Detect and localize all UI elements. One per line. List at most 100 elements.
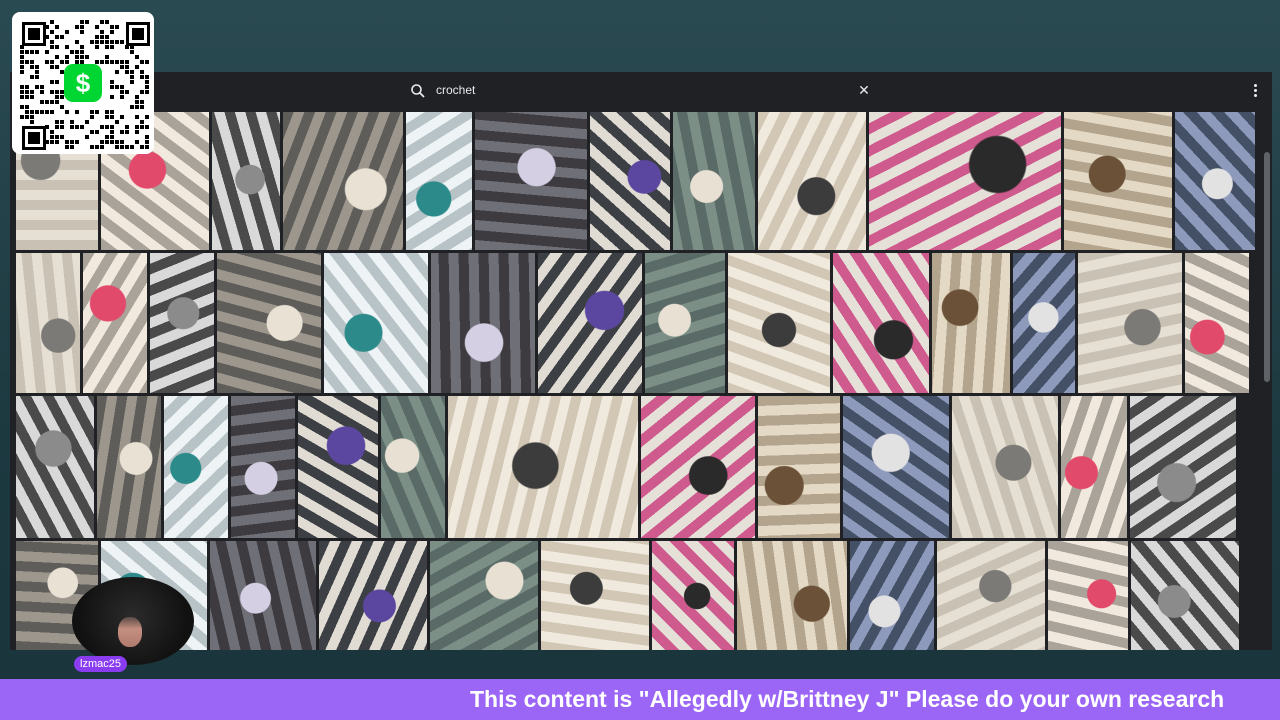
image-result[interactable]: [210, 541, 316, 650]
image-result[interactable]: [590, 112, 670, 250]
search-bar[interactable]: crochet ✕: [10, 72, 1272, 110]
search-input[interactable]: crochet: [436, 83, 475, 97]
image-result[interactable]: [381, 396, 445, 538]
thumbnail: [1185, 253, 1249, 393]
avatar: [118, 617, 142, 647]
thumbnail: [1130, 396, 1236, 538]
image-result[interactable]: [212, 112, 280, 250]
thumbnail: [1175, 112, 1255, 250]
thumbnail: [645, 253, 725, 393]
image-result[interactable]: [728, 253, 830, 393]
image-result[interactable]: [406, 112, 472, 250]
image-result[interactable]: [324, 253, 428, 393]
thumbnail: [1061, 396, 1127, 538]
scrollbar[interactable]: [1264, 112, 1270, 650]
thumbnail: [16, 253, 80, 393]
image-result[interactable]: [1061, 396, 1127, 538]
thumbnail: [1064, 112, 1172, 250]
thumbnail: [1048, 541, 1128, 650]
thumbnail: [431, 253, 535, 393]
image-result[interactable]: [217, 253, 321, 393]
image-result[interactable]: [16, 253, 80, 393]
thumbnail: [231, 396, 295, 538]
image-result[interactable]: [83, 253, 147, 393]
image-result[interactable]: [231, 396, 295, 538]
image-result[interactable]: [541, 541, 649, 650]
thumbnail: [869, 112, 1061, 250]
thumbnail: [1013, 253, 1075, 393]
image-row: [16, 112, 1255, 250]
qr-finder: [22, 22, 46, 46]
image-result[interactable]: [430, 541, 538, 650]
image-row: [16, 396, 1236, 538]
image-result[interactable]: [652, 541, 734, 650]
thumbnail: [652, 541, 734, 650]
thumbnail: [150, 253, 214, 393]
thumbnail: [843, 396, 949, 538]
thumbnail: [381, 396, 445, 538]
image-result[interactable]: [758, 112, 866, 250]
thumbnail: [758, 396, 840, 538]
image-results-grid: [16, 112, 1255, 650]
thumbnail: [728, 253, 830, 393]
image-result[interactable]: [1064, 112, 1172, 250]
dollar-sign-icon: $: [64, 64, 102, 102]
image-result[interactable]: [645, 253, 725, 393]
image-result[interactable]: [97, 396, 161, 538]
image-result[interactable]: [16, 396, 94, 538]
image-result[interactable]: [150, 253, 214, 393]
image-result[interactable]: [538, 253, 642, 393]
thumbnail: [737, 541, 847, 650]
image-result[interactable]: [1013, 253, 1075, 393]
image-result[interactable]: [932, 253, 1010, 393]
search-icon: [411, 84, 425, 98]
image-row: [16, 541, 1239, 650]
image-result[interactable]: [283, 112, 403, 250]
thumbnail: [319, 541, 427, 650]
ticker-banner: This content is "Allegedly w/Brittney J"…: [0, 679, 1280, 720]
image-search-window: crochet ✕: [10, 72, 1272, 650]
ticker-text: This content is "Allegedly w/Brittney J"…: [470, 686, 1225, 712]
image-result[interactable]: [850, 541, 934, 650]
image-result[interactable]: [641, 396, 755, 538]
thumbnail: [1078, 253, 1182, 393]
image-result[interactable]: [1130, 396, 1236, 538]
thumbnail: [538, 253, 642, 393]
image-result[interactable]: [833, 253, 929, 393]
thumbnail: [758, 112, 866, 250]
thumbnail: [932, 253, 1010, 393]
image-row: [16, 253, 1249, 393]
thumbnail: [673, 112, 755, 250]
image-result[interactable]: [673, 112, 755, 250]
thumbnail: [164, 396, 228, 538]
thumbnail: [210, 541, 316, 650]
image-result[interactable]: [737, 541, 847, 650]
image-result[interactable]: [164, 396, 228, 538]
image-result[interactable]: [1131, 541, 1239, 650]
thumbnail: [298, 396, 378, 538]
thumbnail: [850, 541, 934, 650]
image-result[interactable]: [319, 541, 427, 650]
image-result[interactable]: [431, 253, 535, 393]
image-result[interactable]: [1078, 253, 1182, 393]
image-result[interactable]: [1175, 112, 1255, 250]
image-result[interactable]: [937, 541, 1045, 650]
image-result[interactable]: [448, 396, 638, 538]
image-result[interactable]: [298, 396, 378, 538]
image-result[interactable]: [952, 396, 1058, 538]
thumbnail: [937, 541, 1045, 650]
image-result[interactable]: [1185, 253, 1249, 393]
image-result[interactable]: [475, 112, 587, 250]
image-result[interactable]: [1048, 541, 1128, 650]
thumbnail: [1131, 541, 1239, 650]
image-result[interactable]: [869, 112, 1061, 250]
more-vert-icon[interactable]: [1250, 82, 1260, 100]
qr-finder: [126, 22, 150, 46]
thumbnail: [97, 396, 161, 538]
scrollbar-thumb[interactable]: [1264, 152, 1270, 382]
thumbnail: [430, 541, 538, 650]
qr-finder: [22, 126, 46, 150]
image-result[interactable]: [843, 396, 949, 538]
close-icon[interactable]: ✕: [856, 82, 872, 98]
image-result[interactable]: [758, 396, 840, 538]
